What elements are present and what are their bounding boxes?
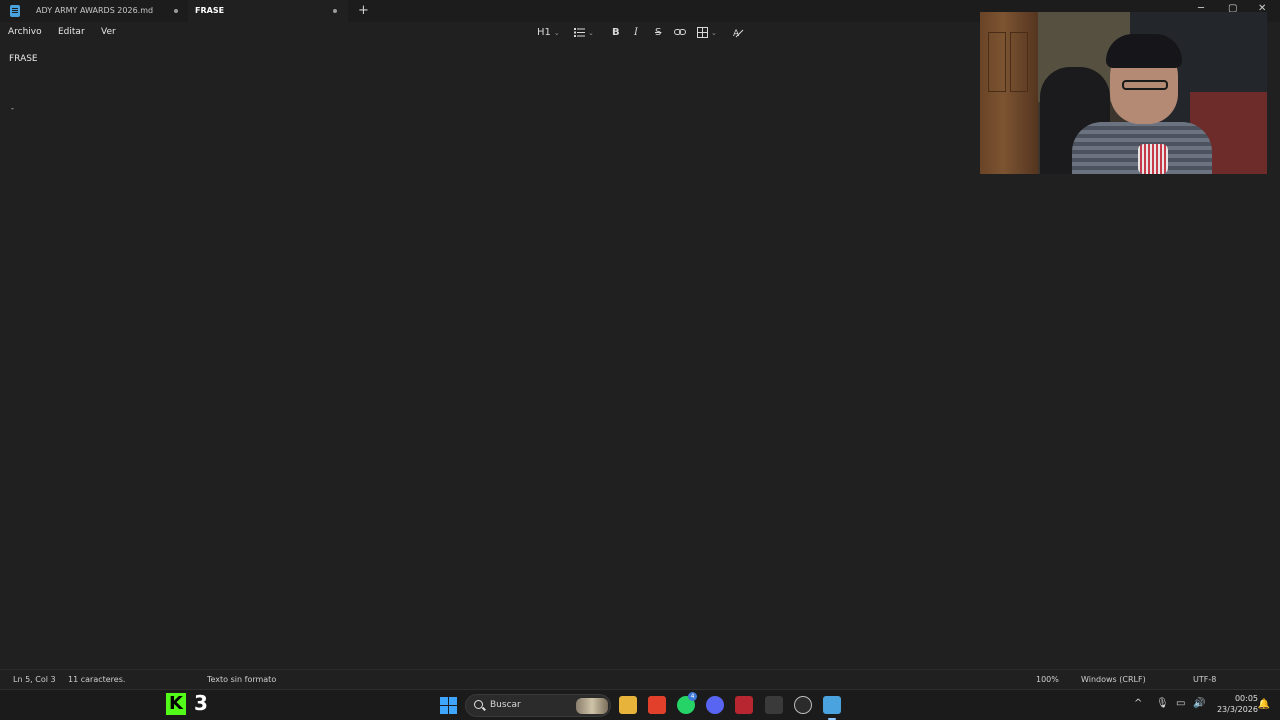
kick-counter: 3 <box>194 691 208 715</box>
zoom-level[interactable]: 100% <box>1036 675 1059 684</box>
notepad-app-icon <box>10 5 20 17</box>
new-tab-button[interactable]: + <box>358 3 369 19</box>
windows-logo-icon <box>440 697 448 705</box>
tab-ady-army-awards[interactable]: ADY ARMY AWARDS 2026.md <box>30 0 186 22</box>
search-placeholder: Buscar <box>490 700 521 710</box>
microphone-icon[interactable]: 🎙 <box>1156 698 1169 709</box>
strikethrough-button[interactable]: S <box>655 26 661 40</box>
cursor-position: Ln 5, Col 3 <box>13 675 56 684</box>
link-button[interactable] <box>674 26 686 40</box>
windows-logo-tile <box>449 697 457 705</box>
character-count: 11 caracteres. <box>68 675 126 684</box>
clear-format-icon: A <box>733 29 744 39</box>
notification-badge: 4 <box>688 692 697 701</box>
search-highlight-image <box>576 698 608 714</box>
status-bar: Ln 5, Col 3 11 caracteres. Texto sin for… <box>0 669 1280 689</box>
list-dropdown[interactable]: ⌄ <box>574 26 594 40</box>
tray-overflow-chevron-icon[interactable]: ^ <box>1134 698 1142 709</box>
webcam-person-glasses <box>1122 80 1168 90</box>
encoding[interactable]: UTF-8 <box>1193 675 1216 684</box>
menu-view[interactable]: Ver <box>101 27 116 37</box>
unsaved-dot-icon[interactable] <box>174 9 178 13</box>
wardrobe-panel <box>988 32 1006 92</box>
app-icon[interactable] <box>765 696 783 714</box>
table-icon <box>697 26 708 38</box>
chevron-down-icon: ⌄ <box>711 29 717 37</box>
menu-file[interactable]: Archivo <box>8 27 42 37</box>
voicemeeter-icon[interactable] <box>735 696 753 714</box>
whatsapp-icon[interactable]: 4 <box>677 692 697 714</box>
chevron-down-icon: ⌄ <box>553 29 560 37</box>
webcam-person-hair <box>1106 34 1182 68</box>
windows-logo-tile <box>449 706 457 714</box>
search-icon <box>474 700 483 709</box>
obs-studio-icon[interactable] <box>794 696 812 714</box>
line-ending[interactable]: Windows (CRLF) <box>1081 675 1146 684</box>
chevron-down-icon: ⌄ <box>588 29 594 37</box>
windows-logo-tile <box>440 706 448 714</box>
wardrobe-panel <box>1010 32 1028 92</box>
editor-line-1: FRASE <box>9 54 38 64</box>
windows-taskbar: K 3 Buscar 4 ^ 🎙 ▭ 🔊 00:05 23/3/2026 🔔 <box>0 689 1280 720</box>
brave-browser-icon[interactable] <box>648 696 666 714</box>
clear-format-button[interactable]: A <box>733 26 744 40</box>
webcam-overlay <box>980 12 1267 174</box>
bold-button[interactable]: B <box>612 26 620 40</box>
italic-button[interactable]: I <box>634 26 638 40</box>
tab-label: ADY ARMY AWARDS 2026.md <box>36 6 154 15</box>
clock-date: 23/3/2026 <box>1216 705 1258 714</box>
list-icon <box>574 28 585 37</box>
webcam-wardrobe <box>980 12 1038 174</box>
file-explorer-icon[interactable] <box>619 696 637 714</box>
start-button[interactable] <box>440 697 457 714</box>
link-icon <box>674 29 686 35</box>
editor-line-5: - <box>11 104 14 113</box>
network-icon[interactable]: ▭ <box>1176 698 1185 709</box>
notepad-taskbar-icon[interactable] <box>823 696 841 720</box>
heading-dropdown[interactable]: H1 ⌄ <box>537 26 560 40</box>
taskbar-search[interactable]: Buscar <box>465 694 611 717</box>
clock-time: 00:05 <box>1234 694 1258 703</box>
notifications-bell-icon[interactable]: 🔔 <box>1258 699 1270 710</box>
discord-icon[interactable] <box>706 696 724 714</box>
webcam-microphone <box>1138 144 1168 174</box>
format-mode[interactable]: Texto sin formato <box>207 675 276 684</box>
taskbar-clock[interactable]: 00:05 23/3/2026 <box>1217 693 1258 715</box>
unsaved-dot-icon[interactable] <box>333 9 337 13</box>
volume-icon[interactable]: 🔊 <box>1193 698 1205 709</box>
tab-frase[interactable]: FRASE <box>188 0 348 22</box>
tab-label: FRASE <box>195 6 225 15</box>
kick-logo-icon: K <box>166 693 186 715</box>
menu-edit[interactable]: Editar <box>58 27 85 37</box>
heading-label: H1 <box>537 27 551 38</box>
table-dropdown[interactable]: ⌄ <box>697 26 717 40</box>
